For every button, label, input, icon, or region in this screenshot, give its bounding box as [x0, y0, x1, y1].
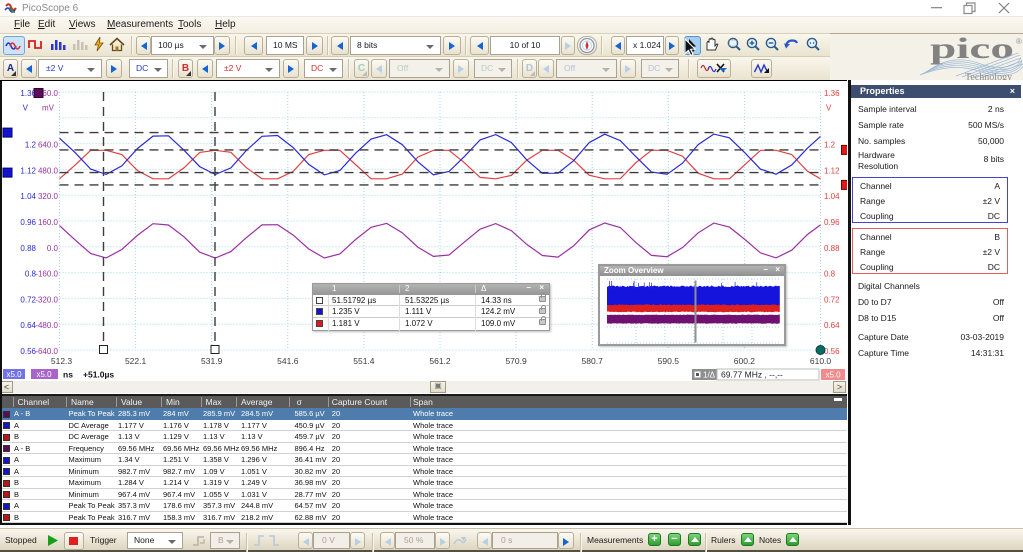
- svg-text:1.12: 1.12: [824, 166, 840, 175]
- svg-text:640.0: 640.0: [38, 141, 59, 150]
- svg-text:x5.0: x5.0: [825, 371, 841, 380]
- svg-text:V: V: [23, 104, 29, 113]
- svg-text:x5.0: x5.0: [6, 370, 22, 379]
- svg-text:541.6: 541.6: [277, 356, 299, 366]
- svg-text:0.72: 0.72: [20, 295, 36, 304]
- svg-text:0.96: 0.96: [824, 218, 840, 227]
- svg-text:590.5: 590.5: [658, 356, 680, 366]
- svg-text:+51.0µs: +51.0µs: [83, 370, 114, 380]
- svg-text:570.9: 570.9: [505, 356, 527, 366]
- svg-text:69.77 MHz , --,--: 69.77 MHz , --,--: [721, 370, 783, 380]
- svg-text:®: ®: [1016, 37, 1022, 46]
- svg-text:0.8: 0.8: [824, 270, 836, 279]
- svg-text:ns: ns: [63, 370, 73, 380]
- svg-text:-480.0: -480.0: [35, 321, 58, 330]
- svg-text:1.2: 1.2: [824, 141, 836, 150]
- svg-text:561.2: 561.2: [429, 356, 451, 366]
- svg-text:522.1: 522.1: [125, 356, 147, 366]
- svg-text:0.0: 0.0: [47, 244, 59, 253]
- svg-text:-320.0: -320.0: [35, 295, 58, 304]
- svg-text:1/Δ: 1/Δ: [703, 371, 716, 380]
- svg-text:0.88: 0.88: [824, 244, 840, 253]
- svg-text:1.36: 1.36: [824, 89, 840, 98]
- svg-text:610.0: 610.0: [810, 356, 832, 366]
- svg-text:-160.0: -160.0: [35, 270, 58, 279]
- svg-text:0.88: 0.88: [20, 244, 36, 253]
- svg-text:0.72: 0.72: [824, 295, 840, 304]
- svg-text:1.04: 1.04: [824, 192, 840, 201]
- svg-text:V: V: [826, 104, 832, 113]
- svg-text:0.96: 0.96: [20, 218, 36, 227]
- svg-text:320.0: 320.0: [38, 192, 59, 201]
- svg-text:1.04: 1.04: [20, 192, 36, 201]
- svg-text:0.64: 0.64: [824, 321, 840, 330]
- svg-text:0.64: 0.64: [20, 321, 36, 330]
- svg-text:0.56: 0.56: [20, 347, 36, 356]
- svg-text:480.0: 480.0: [38, 166, 59, 175]
- svg-text:1.12: 1.12: [20, 166, 36, 175]
- svg-text:-640.0: -640.0: [35, 347, 58, 356]
- svg-text:551.4: 551.4: [353, 356, 375, 366]
- svg-text:x5.0: x5.0: [36, 370, 52, 379]
- svg-text:0.56: 0.56: [824, 347, 840, 356]
- svg-text:580.7: 580.7: [582, 356, 604, 366]
- svg-text:pico: pico: [930, 34, 1014, 65]
- svg-text:531.9: 531.9: [201, 356, 223, 366]
- svg-text:mV: mV: [42, 104, 55, 113]
- svg-text:160.0: 160.0: [38, 218, 59, 227]
- svg-text:512.3: 512.3: [51, 356, 73, 366]
- svg-text:600.2: 600.2: [734, 356, 756, 366]
- svg-text:1.2: 1.2: [25, 141, 37, 150]
